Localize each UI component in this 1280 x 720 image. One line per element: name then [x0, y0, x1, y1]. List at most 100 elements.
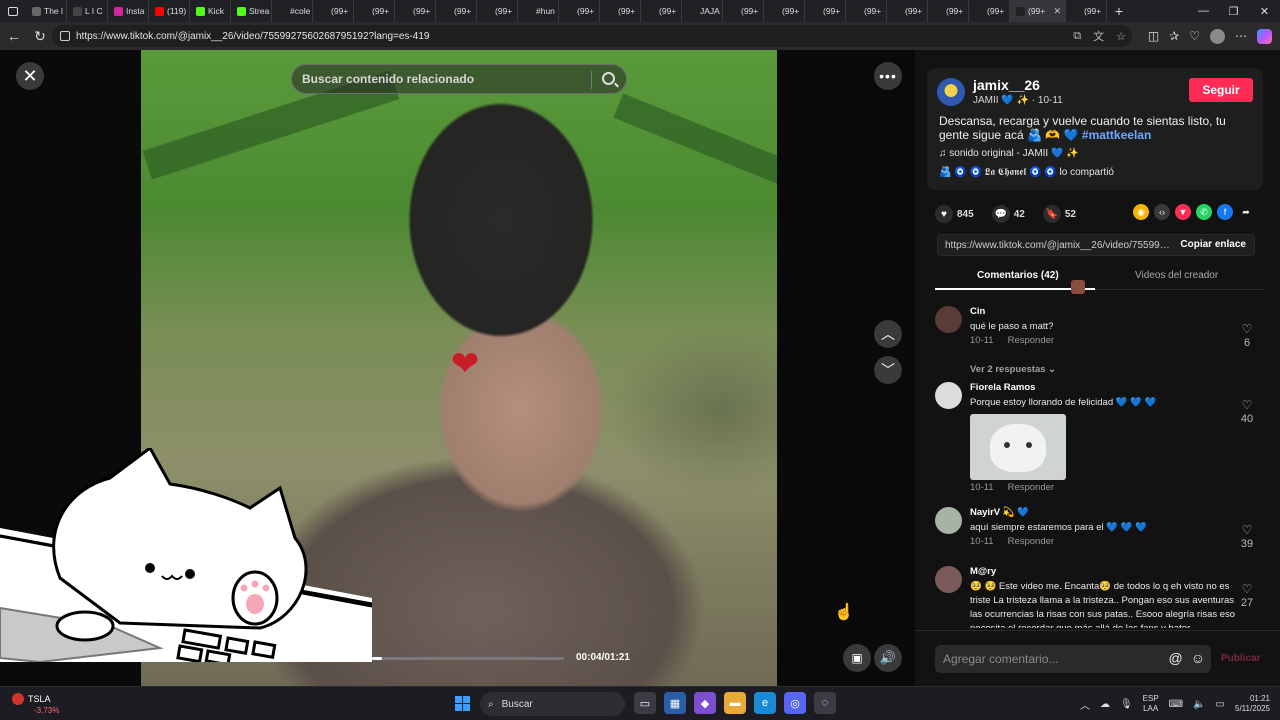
close-tab-icon[interactable]: ✕ — [1053, 6, 1061, 17]
browser-tab[interactable]: (99+ — [600, 0, 641, 22]
comment-input[interactable]: Agregar comentario... @ ☺ — [935, 645, 1211, 673]
commenter-name[interactable]: Fiorela Ramos — [970, 382, 1035, 393]
creator-username[interactable]: jamix__26 — [973, 77, 1040, 93]
bookmark-icon[interactable]: 🔖 — [1042, 205, 1061, 223]
tray-overflow-icon[interactable]: ︿ — [1080, 697, 1090, 712]
comment-like[interactable]: ♡ 27 — [1235, 582, 1259, 609]
task-view-icon[interactable]: ▭ — [634, 692, 656, 714]
workspaces-icon[interactable] — [0, 0, 26, 22]
onedrive-icon[interactable]: ☁ — [1100, 699, 1110, 710]
browser-tab[interactable]: (99+ — [887, 0, 928, 22]
maximize-button[interactable]: ❐ — [1218, 0, 1249, 22]
hashtag-link[interactable]: #mattkeelan — [1082, 128, 1151, 142]
reply-button[interactable]: Responder — [1008, 536, 1054, 547]
close-window-button[interactable]: ✕ — [1249, 0, 1280, 22]
url-field[interactable]: https://www.tiktok.com/@jamix__26/video/… — [52, 25, 1132, 47]
clock[interactable]: 01:21 5/11/2025 — [1235, 694, 1270, 714]
related-search-field[interactable]: Buscar contenido relacionado — [291, 64, 627, 94]
browser-tab[interactable]: The l — [26, 0, 67, 22]
copilot-app-icon[interactable]: ◆ — [694, 692, 716, 714]
browser-tab[interactable]: (99+ — [559, 0, 600, 22]
comment-heart-icon[interactable]: ♡ — [1235, 523, 1259, 537]
mini-player-button[interactable]: ▣ — [843, 644, 871, 672]
tab-comments[interactable]: Comentarios (42) — [977, 270, 1059, 281]
close-video-button[interactable]: ✕ — [16, 62, 44, 90]
store-icon[interactable]: ▦ — [664, 692, 686, 714]
browser-tab[interactable]: L I C — [67, 0, 108, 22]
discord-icon[interactable]: ◎ — [784, 692, 806, 714]
publish-button[interactable]: Publicar — [1221, 653, 1260, 664]
browser-tab[interactable]: (119) — [149, 0, 190, 22]
facebook-icon[interactable]: f — [1217, 204, 1233, 220]
minimize-button[interactable]: — — [1188, 0, 1219, 22]
whatsapp-icon[interactable]: ✆ — [1196, 204, 1212, 220]
browser-tab[interactable]: (99+ — [764, 0, 805, 22]
creator-avatar[interactable] — [937, 78, 965, 106]
browser-tab[interactable]: (99+ — [641, 0, 682, 22]
microphone-icon[interactable]: 🎙 — [1120, 699, 1133, 710]
repost-icon[interactable]: ▼ — [1175, 204, 1191, 220]
mention-icon[interactable]: @ — [1168, 650, 1182, 666]
browser-tab[interactable]: Insta — [108, 0, 149, 22]
search-icon[interactable] — [602, 72, 615, 85]
browser-tab[interactable]: (99+ — [969, 0, 1010, 22]
browser-tab[interactable]: (99+ — [846, 0, 887, 22]
comment-heart-icon[interactable]: ♡ — [1235, 322, 1259, 336]
battery-icon[interactable]: ▭ — [1216, 699, 1225, 710]
more-menu-icon[interactable]: ⋯ — [1235, 29, 1247, 43]
follow-button[interactable]: Seguir — [1189, 78, 1253, 102]
translate-icon[interactable]: 文 — [1093, 28, 1104, 44]
commenter-name[interactable]: Cin — [970, 306, 985, 317]
favorites-icon[interactable]: ✰ — [1169, 29, 1179, 43]
embed-icon[interactable]: ‹› — [1154, 204, 1170, 220]
more-options-button[interactable]: ••• — [874, 62, 902, 90]
commenter-name[interactable]: NayirV 💫 💙 — [970, 507, 1029, 518]
comment-like[interactable]: ♡ 6 — [1235, 322, 1259, 349]
browser-tab[interactable]: #hun — [518, 0, 559, 22]
like-icon[interactable]: ♥ — [935, 205, 953, 223]
copilot-icon[interactable] — [1257, 28, 1272, 44]
video-progress-bar[interactable] — [372, 657, 564, 660]
file-explorer-icon[interactable]: ▬ — [724, 692, 746, 714]
commenter-avatar[interactable] — [935, 306, 962, 333]
browser-tab[interactable]: (99+ — [354, 0, 395, 22]
network-icon[interactable]: ⌨ — [1169, 699, 1183, 710]
sound-link[interactable]: ♫ sonido original - JAMII 💙 ✨ — [939, 148, 1079, 159]
start-button[interactable] — [455, 696, 470, 711]
comment-heart-icon[interactable]: ♡ — [1235, 398, 1259, 412]
back-icon[interactable]: ← — [2, 24, 26, 48]
browser-tab[interactable]: JAJA — [682, 0, 723, 22]
favorite-star-icon[interactable]: ☆ — [1116, 30, 1126, 43]
coin-share-icon[interactable]: ◉ — [1133, 204, 1149, 220]
view-replies-button[interactable]: Ver 2 respuestas ⌄ — [970, 364, 1056, 375]
profile-avatar[interactable] — [1210, 28, 1225, 44]
copy-link-button[interactable]: Copiar enlace — [1180, 239, 1246, 250]
split-screen-icon[interactable]: ◫ — [1148, 29, 1159, 43]
tab-creator-videos[interactable]: Videos del creador — [1135, 270, 1218, 281]
url-text[interactable]: https://www.tiktok.com/@jamix__26/video/… — [76, 31, 429, 42]
comment-like[interactable]: ♡ 39 — [1235, 523, 1259, 550]
shared-by-text[interactable]: 🫂 🧿 🧿 𝕷𝖆 𝕮𝖍𝖆𝖓𝖊𝖑 🧿 🧿 lo compartió — [939, 167, 1114, 178]
comment-heart-icon[interactable]: ♡ — [1235, 582, 1259, 596]
refresh-icon[interactable]: ↻ — [28, 24, 52, 48]
video-link-text[interactable]: https://www.tiktok.com/@jamix__26/video/… — [945, 240, 1175, 251]
browser-tab[interactable]: (99+ — [723, 0, 764, 22]
browser-tab[interactable]: #cole — [272, 0, 313, 22]
comment-icon[interactable]: 💬 — [991, 205, 1010, 223]
reply-button[interactable]: Responder — [1008, 335, 1054, 346]
previous-video-button[interactable]: ︿ — [874, 320, 902, 348]
new-tab-button[interactable]: + — [1107, 0, 1131, 22]
commenter-avatar[interactable] — [935, 566, 962, 593]
language-indicator[interactable]: ESP LAA — [1143, 694, 1159, 714]
reply-button[interactable]: Responder — [1008, 482, 1054, 493]
volume-icon[interactable]: 🔈 — [1193, 699, 1205, 710]
browser-tab[interactable]: (99+ — [928, 0, 969, 22]
browser-tab-active[interactable]: (99+ ✕ — [1010, 0, 1066, 22]
taskbar-search[interactable]: ⌕ Buscar — [480, 692, 625, 716]
browser-tab[interactable]: (99+ — [313, 0, 354, 22]
browser-tab[interactable]: (99+ — [805, 0, 846, 22]
browser-essentials-icon[interactable]: ♡ — [1189, 29, 1200, 43]
share-arrow-icon[interactable]: ➦ — [1238, 204, 1254, 220]
next-video-button[interactable]: ﹀ — [874, 356, 902, 384]
commenter-avatar[interactable] — [935, 507, 962, 534]
